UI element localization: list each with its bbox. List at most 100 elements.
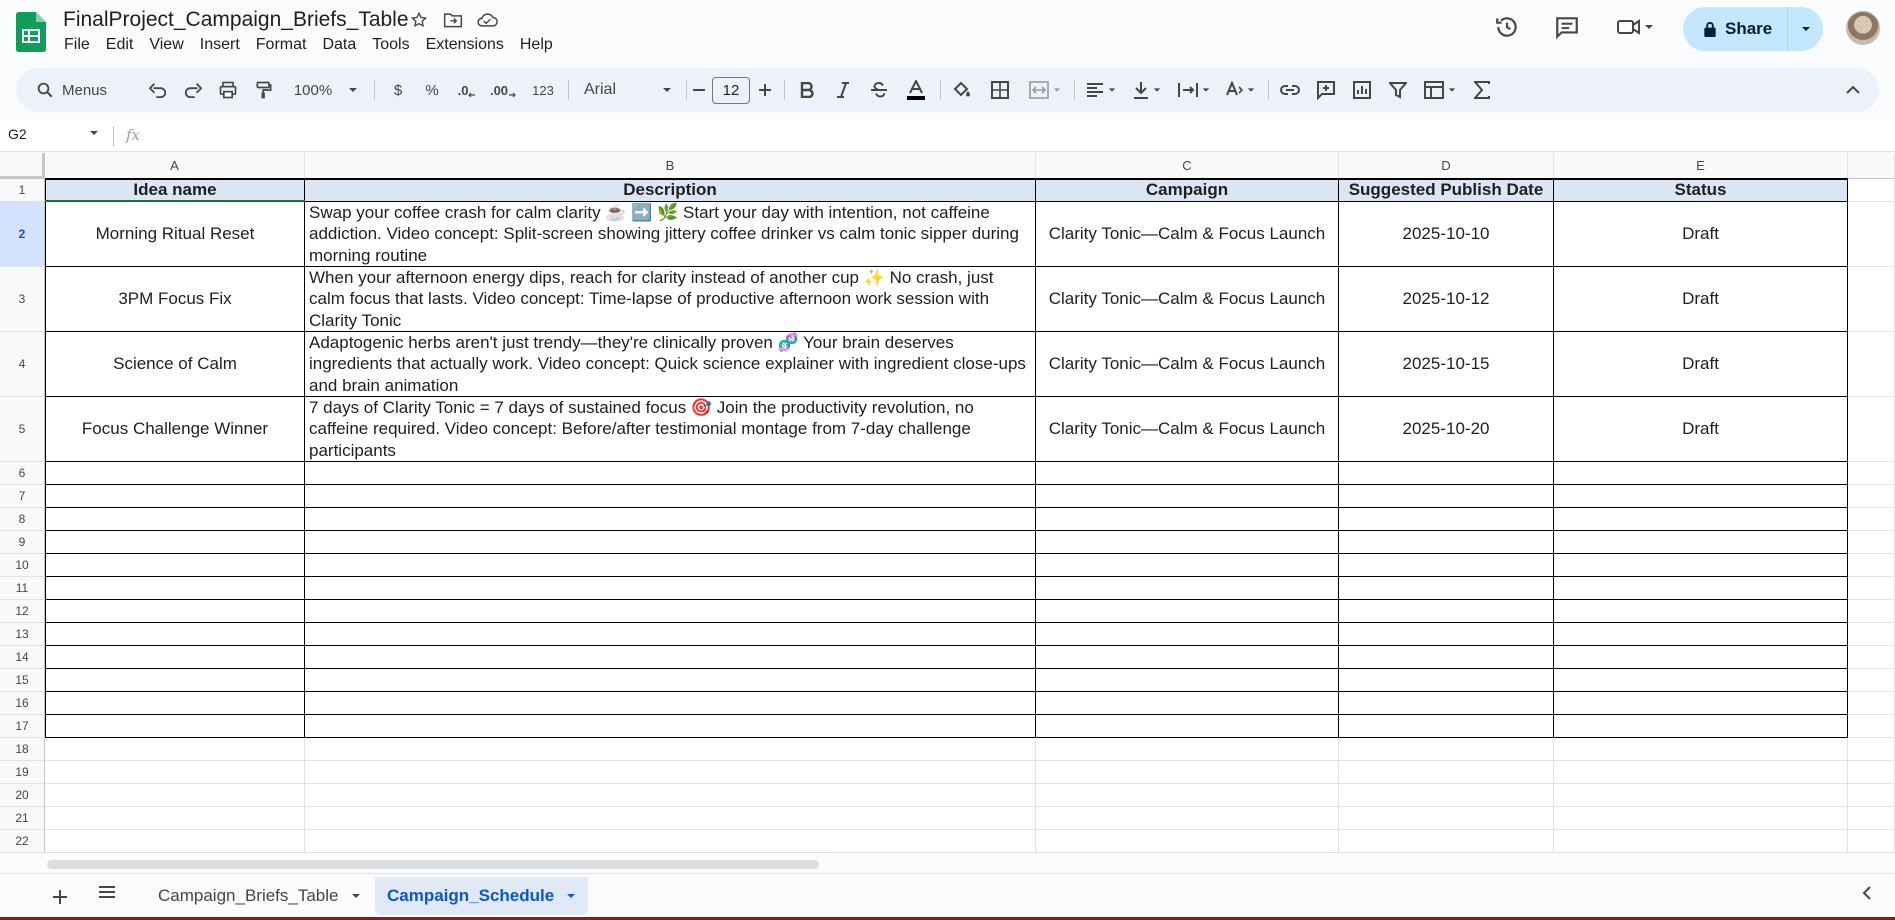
menu-extensions[interactable]: Extensions xyxy=(418,34,512,56)
menu-file[interactable]: File xyxy=(56,34,98,56)
chevron-down-icon[interactable] xyxy=(351,891,361,901)
spreadsheet-grid[interactable]: A B C D E 1 2 3 4 5 6 7 8 9 10 11 12 13 14 15 16 17 18 19 20 21 22… xyxy=(0,153,1895,853)
increase-font-size-icon[interactable] xyxy=(754,68,776,112)
empty-cell[interactable] xyxy=(45,508,305,531)
more-formats-button[interactable]: 123 xyxy=(524,68,562,112)
insert-chart-icon[interactable] xyxy=(1346,68,1378,112)
column-header-f[interactable] xyxy=(1848,153,1895,179)
insert-link-icon[interactable] xyxy=(1274,68,1306,112)
empty-cell[interactable] xyxy=(1848,738,1895,761)
empty-cell[interactable] xyxy=(305,830,1036,853)
empty-cell[interactable] xyxy=(1554,600,1848,623)
empty-cell[interactable] xyxy=(1848,761,1895,784)
column-header-d[interactable]: D xyxy=(1339,153,1554,179)
empty-cell[interactable] xyxy=(1339,531,1554,554)
move-to-folder-icon[interactable] xyxy=(442,9,464,31)
borders-icon[interactable] xyxy=(984,68,1016,112)
add-sheet-icon[interactable] xyxy=(52,884,68,912)
share-button[interactable]: Share xyxy=(1683,7,1823,51)
empty-cell[interactable] xyxy=(1554,830,1848,853)
empty-cell[interactable] xyxy=(1339,692,1554,715)
empty-cell[interactable] xyxy=(1339,508,1554,531)
row-header[interactable]: 20 xyxy=(0,784,45,807)
empty-cell[interactable] xyxy=(1339,623,1554,646)
empty-cell[interactable] xyxy=(1339,577,1554,600)
empty-cell[interactable] xyxy=(1554,531,1848,554)
empty-cell[interactable] xyxy=(1848,577,1895,600)
empty-cell[interactable] xyxy=(1554,761,1848,784)
empty-cell[interactable] xyxy=(1339,462,1554,485)
empty-cell[interactable] xyxy=(1036,577,1339,600)
filter-views-icon[interactable] xyxy=(1418,68,1462,112)
empty-cell[interactable] xyxy=(1848,554,1895,577)
empty-cell[interactable] xyxy=(1036,692,1339,715)
empty-cell[interactable] xyxy=(1339,669,1554,692)
empty-cell[interactable] xyxy=(45,554,305,577)
italic-icon[interactable] xyxy=(828,68,858,112)
empty-cell[interactable] xyxy=(45,669,305,692)
print-icon[interactable] xyxy=(212,68,244,112)
share-dropdown[interactable] xyxy=(1788,7,1823,51)
empty-cell[interactable] xyxy=(1036,807,1339,830)
empty-cell[interactable] xyxy=(1848,202,1895,267)
empty-cell[interactable] xyxy=(1848,669,1895,692)
empty-cell[interactable] xyxy=(1036,623,1339,646)
empty-cell[interactable] xyxy=(305,646,1036,669)
empty-cell[interactable] xyxy=(1036,508,1339,531)
empty-cell[interactable] xyxy=(1554,623,1848,646)
decrease-font-size-icon[interactable] xyxy=(688,68,710,112)
empty-cell[interactable] xyxy=(1554,646,1848,669)
empty-cell[interactable] xyxy=(305,554,1036,577)
row-header[interactable]: 11 xyxy=(0,577,45,600)
fill-color-icon[interactable] xyxy=(946,68,978,112)
comments-icon[interactable] xyxy=(1550,12,1584,42)
empty-cell[interactable] xyxy=(45,715,305,738)
empty-cell[interactable] xyxy=(45,600,305,623)
row-header[interactable]: 16 xyxy=(0,692,45,715)
empty-cell[interactable] xyxy=(1848,508,1895,531)
header-cell[interactable]: Idea name xyxy=(45,179,305,202)
row-header[interactable]: 6 xyxy=(0,462,45,485)
select-all-corner[interactable] xyxy=(0,153,45,179)
insert-comment-icon[interactable] xyxy=(1310,68,1342,112)
menu-help[interactable]: Help xyxy=(512,34,561,56)
row-header[interactable]: 1 xyxy=(0,179,45,202)
column-header-a[interactable]: A xyxy=(45,153,305,179)
empty-cell[interactable] xyxy=(1036,738,1339,761)
sheets-logo-icon[interactable] xyxy=(16,12,46,52)
empty-cell[interactable] xyxy=(305,784,1036,807)
paint-format-icon[interactable] xyxy=(248,68,280,112)
empty-cell[interactable] xyxy=(1339,554,1554,577)
table-cell[interactable]: Clarity Tonic—Calm & Focus Launch xyxy=(1036,267,1339,332)
account-avatar[interactable] xyxy=(1846,11,1880,45)
empty-cell[interactable] xyxy=(45,807,305,830)
empty-cell[interactable] xyxy=(1848,397,1895,462)
percent-format-button[interactable]: % xyxy=(418,68,446,112)
table-cell[interactable]: Science of Calm xyxy=(45,332,305,397)
empty-cell[interactable] xyxy=(1339,715,1554,738)
empty-cell[interactable] xyxy=(45,761,305,784)
row-header[interactable]: 12 xyxy=(0,600,45,623)
row-header[interactable]: 15 xyxy=(0,669,45,692)
description-cell[interactable]: When your afternoon energy dips, reach f… xyxy=(305,267,1036,332)
table-cell[interactable]: Draft xyxy=(1554,267,1848,332)
table-cell[interactable]: 2025-10-10 xyxy=(1339,202,1554,267)
empty-cell[interactable] xyxy=(45,485,305,508)
empty-cell[interactable] xyxy=(1036,531,1339,554)
empty-cell[interactable] xyxy=(1554,462,1848,485)
row-header[interactable]: 22 xyxy=(0,830,45,853)
row-header[interactable]: 7 xyxy=(0,485,45,508)
empty-cell[interactable] xyxy=(305,715,1036,738)
empty-cell[interactable] xyxy=(1339,738,1554,761)
empty-cell[interactable] xyxy=(1036,600,1339,623)
empty-cell[interactable] xyxy=(1036,830,1339,853)
table-cell[interactable]: Morning Ritual Reset xyxy=(45,202,305,267)
empty-cell[interactable] xyxy=(1848,830,1895,853)
menu-format[interactable]: Format xyxy=(248,34,315,56)
star-icon[interactable] xyxy=(408,9,430,31)
vertical-align-icon[interactable] xyxy=(1126,68,1168,112)
menu-data[interactable]: Data xyxy=(314,34,364,56)
empty-cell[interactable] xyxy=(45,692,305,715)
empty-cell[interactable] xyxy=(1848,784,1895,807)
empty-cell[interactable] xyxy=(1848,623,1895,646)
